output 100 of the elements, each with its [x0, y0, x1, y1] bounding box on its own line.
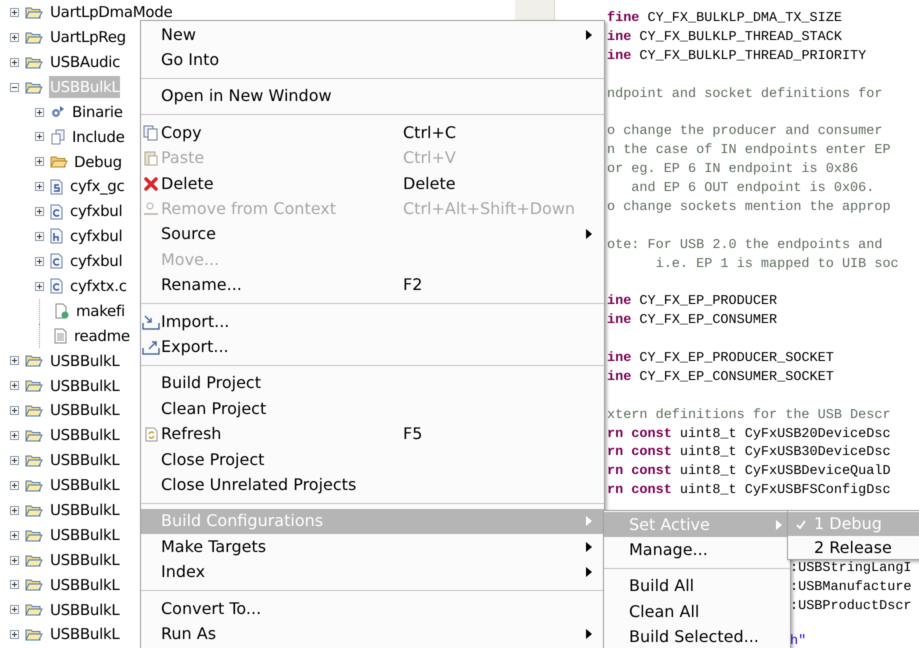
project-name[interactable]: USBBulkL — [49, 449, 120, 472]
project-name[interactable]: UartLpReg — [49, 26, 127, 49]
project-folder-icon — [25, 428, 43, 444]
project-folder-icon — [25, 552, 43, 568]
project-name[interactable]: USBBulkL — [49, 399, 120, 422]
expand-icon[interactable] — [10, 58, 19, 67]
expand-icon[interactable] — [35, 207, 44, 216]
expand-icon[interactable] — [10, 32, 19, 42]
expand-icon[interactable] — [10, 605, 19, 614]
file-name[interactable]: cyfxtx.c — [70, 274, 127, 298]
project-name[interactable]: USBBulkL — [49, 424, 120, 447]
project-name[interactable]: USBBulkL — [49, 548, 120, 572]
file-name[interactable]: makefi — [76, 300, 125, 322]
menu-item[interactable]: Copy Ctrl+C — [141, 120, 604, 146]
expand-icon[interactable] — [10, 8, 19, 17]
project-name[interactable]: USBBulkL — [49, 499, 120, 522]
expand-icon[interactable] — [10, 580, 19, 590]
expand-icon[interactable] — [35, 232, 44, 241]
project-name[interactable]: USBBulkL — [49, 574, 120, 596]
source-file-icon — [50, 204, 64, 220]
code-comment: ote: For USB 2.0 the endpoints and — [607, 236, 884, 255]
menu-item[interactable]: Rename... F2 — [141, 272, 604, 298]
menu-item[interactable]: Build All — [604, 574, 790, 600]
project-name[interactable]: USBBulkL — [49, 350, 120, 372]
project-folder-icon — [25, 602, 43, 618]
expand-icon[interactable] — [10, 630, 19, 640]
menu-item[interactable]: Run As — [141, 621, 604, 647]
menu-item[interactable]: 2 Release — [788, 536, 919, 560]
menu-item[interactable]: Index — [141, 559, 604, 585]
menu-item[interactable]: Convert To... — [141, 596, 604, 622]
expand-icon[interactable] — [35, 282, 44, 291]
code-comment: i.e. EP 1 is mapped to UIB soc — [654, 256, 900, 274]
menu-item[interactable]: Import... — [141, 308, 604, 334]
project-name[interactable]: USBAudic — [49, 50, 122, 74]
file-name[interactable]: cyfx_gc — [70, 175, 124, 198]
project-folder-icon — [25, 378, 43, 394]
project-folder-icon — [25, 30, 43, 45]
submenu-arrow-icon — [586, 229, 592, 240]
code-comment: o change the producer and consumer — [607, 123, 884, 142]
menu-item[interactable]: Close Project — [141, 446, 604, 472]
code-line: ine CY_FX_BULKLP_THREAD_STACK — [607, 28, 843, 47]
menu-item[interactable]: Build Selected... — [604, 624, 790, 648]
expand-icon[interactable] — [35, 157, 44, 166]
submenu-arrow-icon — [586, 516, 592, 526]
submenu-arrow-icon — [776, 520, 782, 530]
project-name[interactable]: USBBulkL — [49, 374, 120, 398]
file-name[interactable]: Binarie — [72, 100, 123, 124]
menu-item[interactable]: Go Into — [141, 47, 604, 73]
expand-icon[interactable] — [35, 108, 44, 116]
expand-icon[interactable] — [10, 456, 19, 465]
folder-icon — [50, 154, 68, 169]
project-name[interactable]: USBBulkL — [49, 623, 120, 646]
source-file-icon — [50, 278, 64, 294]
menu-item[interactable]: Close Unrelated Projects — [141, 472, 604, 498]
expand-icon[interactable] — [10, 506, 19, 515]
code-comment: xtern definitions for the USB Descr — [607, 406, 892, 425]
file-name[interactable]: cyfxbul — [70, 225, 122, 248]
project-name[interactable]: UartLpDmaMode — [49, 1, 174, 24]
file-name[interactable]: cyfxbul — [70, 250, 122, 273]
code-line: fine CY_FX_BULKLP_DMA_TX_SIZE — [607, 10, 843, 28]
project-name[interactable]: USBBulkL — [49, 598, 120, 622]
expand-icon[interactable] — [35, 132, 44, 142]
submenu-arrow-icon — [586, 628, 592, 639]
submenu-arrow-icon — [586, 30, 592, 40]
code-line: :USBStringLangI — [790, 560, 912, 577]
code-line: ine CY_FX_BULKLP_THREAD_PRIORITY — [607, 48, 868, 66]
expand-icon[interactable] — [35, 256, 44, 266]
project-folder-icon — [25, 54, 43, 70]
menu-item[interactable]: Export... — [141, 334, 604, 360]
menu-item[interactable]: Delete Delete — [141, 170, 604, 196]
project-folder-icon — [25, 478, 43, 493]
file-name[interactable]: Include — [72, 126, 125, 148]
menu-item[interactable]: Refresh F5 — [141, 421, 604, 447]
expand-icon[interactable] — [35, 182, 44, 192]
text-file-icon — [54, 328, 68, 344]
expand-icon[interactable] — [10, 356, 19, 366]
menu-item[interactable]: Open in New Window — [141, 84, 604, 110]
file-name[interactable]: readme — [74, 324, 130, 348]
menu-item[interactable]: Make Targets — [141, 534, 604, 560]
collapse-icon[interactable] — [10, 82, 19, 92]
file-name[interactable]: cyfxbul — [70, 200, 122, 223]
expand-icon[interactable] — [10, 556, 19, 565]
expand-icon[interactable] — [10, 381, 19, 390]
menu-item[interactable]: New — [141, 22, 604, 48]
expand-icon[interactable] — [10, 406, 19, 416]
import-icon — [142, 314, 160, 330]
project-name[interactable]: USBBulkL — [49, 474, 120, 497]
code-comment: and EP 6 OUT endpoint is 0x06. — [630, 180, 876, 198]
menu-item[interactable]: Manage... — [604, 537, 790, 563]
file-name[interactable]: Debug — [74, 150, 122, 174]
project-name[interactable]: USBBulkL — [49, 524, 120, 546]
expand-icon[interactable] — [10, 480, 19, 490]
menu-item[interactable]: Clean All — [604, 599, 790, 625]
project-folder-icon — [25, 403, 43, 418]
menu-item[interactable]: Clean Project — [141, 396, 604, 422]
menu-item[interactable]: Build Project — [141, 370, 604, 396]
stacked-files-icon — [50, 128, 66, 145]
expand-icon[interactable] — [10, 431, 19, 440]
expand-icon[interactable] — [10, 530, 19, 540]
menu-item[interactable]: Source — [141, 222, 604, 248]
